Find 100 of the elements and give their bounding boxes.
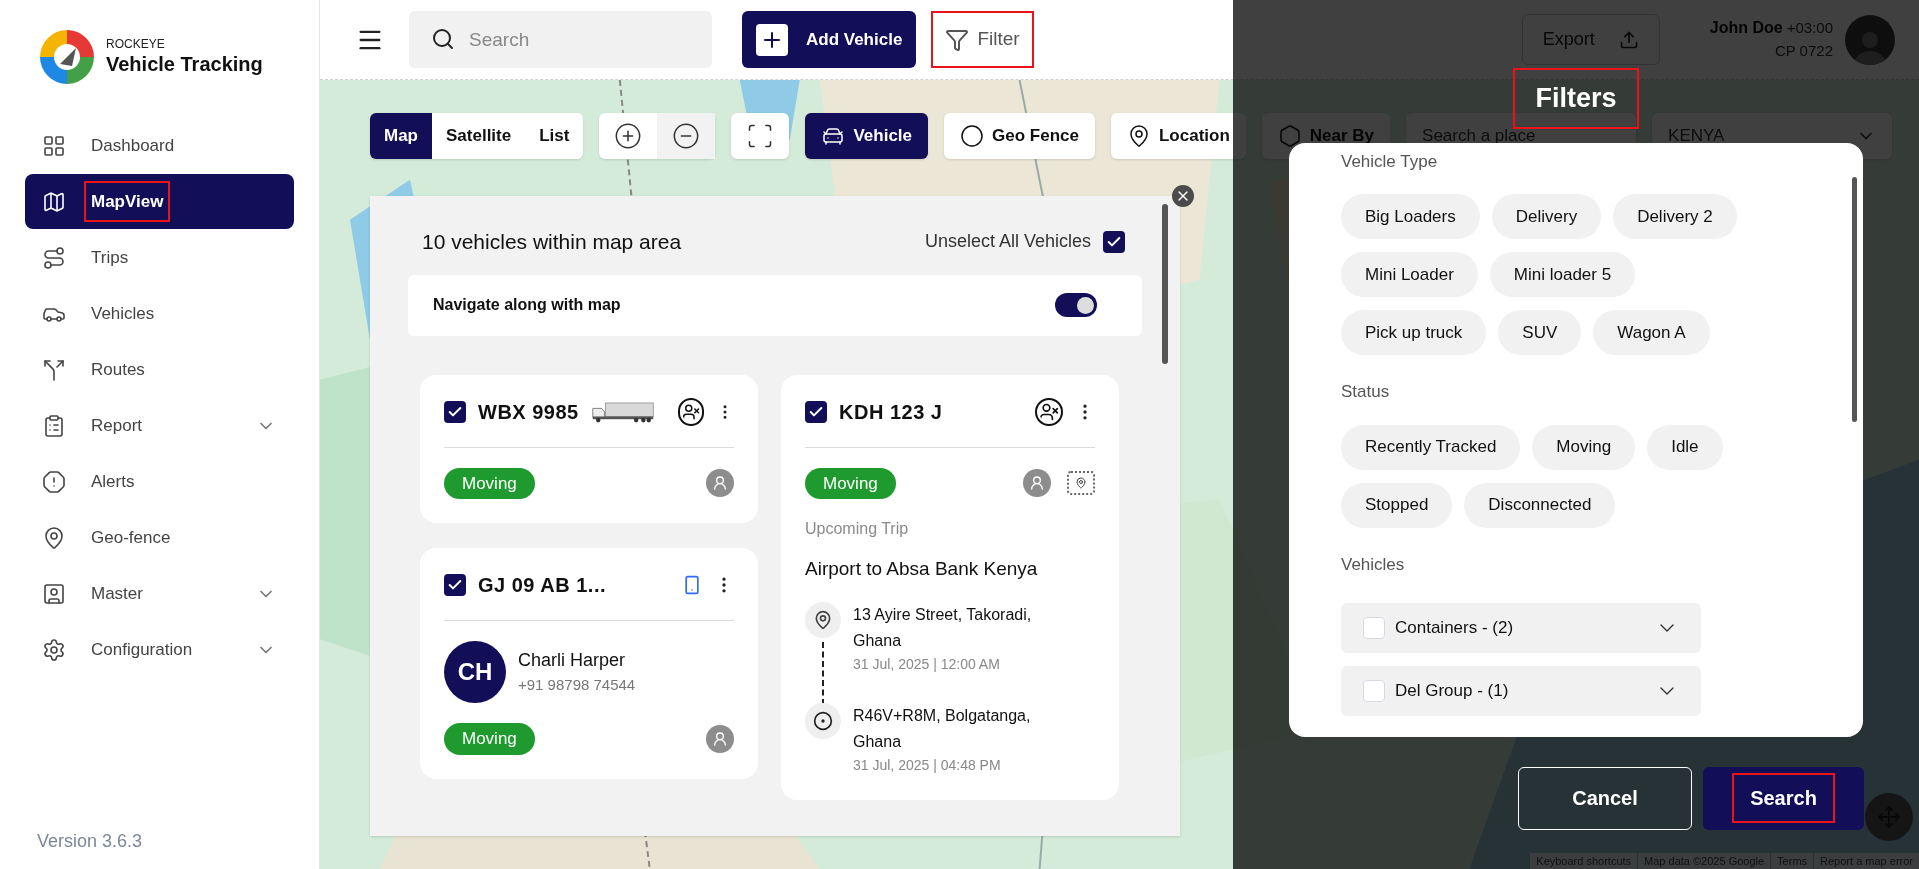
- nav-item[interactable]: Geo-fence: [25, 510, 294, 565]
- nav-item[interactable]: Report: [25, 398, 294, 453]
- grid-icon: [42, 133, 66, 158]
- filter-chip[interactable]: Delivery 2: [1613, 194, 1737, 239]
- nav-label: MapView: [84, 180, 171, 223]
- unselect-all-checkbox[interactable]: [1103, 230, 1125, 253]
- nav-label: Master: [90, 582, 144, 605]
- filter-button[interactable]: Filter: [931, 11, 1034, 68]
- user-icon: [712, 475, 728, 492]
- nav-item[interactable]: Alerts: [25, 454, 294, 509]
- vehicle-checkbox[interactable]: [805, 400, 827, 423]
- filter-chip[interactable]: Pick up truck: [1341, 310, 1487, 355]
- user-square-icon: [42, 581, 66, 606]
- layer-button[interactable]: Vehicle: [805, 113, 929, 159]
- filter-chip[interactable]: Disconnected: [1464, 482, 1616, 528]
- stop-time: 31 Jul, 2025 | 04:48 PM: [853, 755, 1002, 775]
- filter-chip[interactable]: Mini Loader: [1341, 252, 1478, 297]
- pin-icon: [813, 609, 833, 630]
- phone-icon[interactable]: [682, 573, 702, 597]
- search-button[interactable]: Search: [1703, 766, 1864, 830]
- fork-icon: [42, 357, 66, 382]
- filter-chip[interactable]: Mini loader 5: [1489, 252, 1636, 297]
- group-checkbox[interactable]: [1363, 680, 1385, 702]
- stop-time: 31 Jul, 2025 | 12:00 AM: [853, 654, 1001, 674]
- brand-tagline: ROCKEYE: [106, 37, 166, 52]
- vehicle-plate: GJ 09 AB 1...: [478, 573, 607, 598]
- route-icon: [42, 245, 66, 270]
- route-button[interactable]: [1067, 471, 1095, 496]
- driver-avatar: CH: [444, 641, 506, 703]
- filter-icon: [945, 27, 970, 52]
- vehicle-plate: KDH 123 J: [839, 399, 943, 425]
- version-label: Version 3.6.3: [36, 830, 144, 853]
- search-icon: [431, 27, 455, 51]
- search-label: Search: [1732, 773, 1835, 823]
- view-tab[interactable]: Map: [370, 113, 432, 159]
- filter-chip[interactable]: Idle: [1647, 424, 1723, 470]
- driver-assign-button[interactable]: [1023, 469, 1051, 498]
- nav-item[interactable]: Dashboard: [25, 118, 294, 173]
- stop-address: 13 Ayire Street, Takoradi, Ghana: [853, 604, 1033, 651]
- nav-item[interactable]: Configuration: [25, 622, 294, 677]
- trip-name: Airport to Absa Bank Kenya: [805, 557, 1039, 581]
- brand-name: Vehicle Tracking: [106, 52, 263, 77]
- user-icon: [712, 730, 728, 747]
- nav-label: Report: [90, 414, 144, 437]
- map-icon: [42, 189, 66, 214]
- trip-heading: Upcoming Trip: [805, 519, 910, 539]
- dot-icon: [813, 710, 833, 731]
- group-label: Del Group - (1): [1395, 680, 1509, 703]
- user-name: John Doe: [1709, 18, 1783, 39]
- clipboard-icon: [42, 413, 66, 438]
- circle-icon: [960, 124, 985, 148]
- view-tab[interactable]: Satellite: [432, 113, 526, 159]
- section-title: Vehicles: [1341, 553, 1406, 576]
- nav-item[interactable]: MapView: [25, 174, 294, 229]
- nav-item[interactable]: Vehicles: [25, 286, 294, 341]
- driver-assign-button[interactable]: [706, 724, 734, 753]
- zoom-out-button[interactable]: [657, 113, 716, 159]
- vehicle-plate: WBX 9985: [478, 399, 579, 425]
- alert-icon: [42, 469, 66, 494]
- vehicle-group-row[interactable]: Containers - (2): [1341, 603, 1701, 653]
- pin-icon: [42, 525, 66, 550]
- user-icon: [1029, 475, 1045, 492]
- nav-item[interactable]: Trips: [25, 230, 294, 285]
- view-tab[interactable]: List: [525, 113, 584, 159]
- nav-label: Dashboard: [90, 134, 176, 157]
- stop-address: R46V+R8M, Bolgatanga, Ghana: [853, 705, 1032, 752]
- vehicle-group-row[interactable]: Del Group - (1): [1341, 666, 1701, 716]
- pin-icon: [1075, 477, 1087, 490]
- nav-label: Vehicles: [90, 302, 156, 325]
- filter-chip[interactable]: Recently Tracked: [1341, 424, 1521, 470]
- nav-item[interactable]: Routes: [25, 342, 294, 397]
- filter-chip[interactable]: SUV: [1498, 310, 1582, 355]
- no-driver-icon[interactable]: [1035, 397, 1063, 426]
- status-badge: Moving: [805, 467, 896, 499]
- nav-label: Alerts: [90, 470, 136, 493]
- status-badge: Moving: [444, 467, 535, 499]
- section-title: Vehicle Type: [1341, 150, 1439, 173]
- filter-chip[interactable]: Wagon A: [1593, 310, 1710, 355]
- driver-assign-button[interactable]: [706, 469, 734, 498]
- group-checkbox[interactable]: [1363, 617, 1385, 639]
- filter-chip[interactable]: Big Loaders: [1341, 194, 1480, 239]
- zoom-out-icon: [672, 122, 701, 150]
- filter-chip[interactable]: Moving: [1532, 424, 1636, 470]
- driver-name: Charli Harper: [518, 649, 627, 673]
- nav-item[interactable]: Master: [25, 566, 294, 621]
- cancel-button[interactable]: Cancel: [1518, 766, 1692, 830]
- navigate-toggle[interactable]: [1055, 293, 1097, 317]
- no-driver-icon[interactable]: [677, 397, 704, 426]
- layer-button[interactable]: Geo Fence: [944, 113, 1095, 159]
- filter-chip[interactable]: Stopped: [1341, 482, 1453, 528]
- vehicle-checkbox[interactable]: [444, 400, 466, 423]
- add-vehicle-button[interactable]: Add Vehicle: [742, 11, 917, 68]
- vehicle-checkbox[interactable]: [444, 574, 466, 596]
- settings-icon: [42, 637, 66, 662]
- search-field[interactable]: Search: [409, 11, 712, 68]
- driver-phone: +91 98798 74544: [518, 675, 636, 696]
- panel-title: 10 vehicles within map area: [422, 229, 682, 255]
- filter-chip[interactable]: Delivery: [1491, 194, 1602, 239]
- navigate-label: Navigate along with map: [433, 295, 621, 315]
- section-title: Status: [1341, 381, 1391, 403]
